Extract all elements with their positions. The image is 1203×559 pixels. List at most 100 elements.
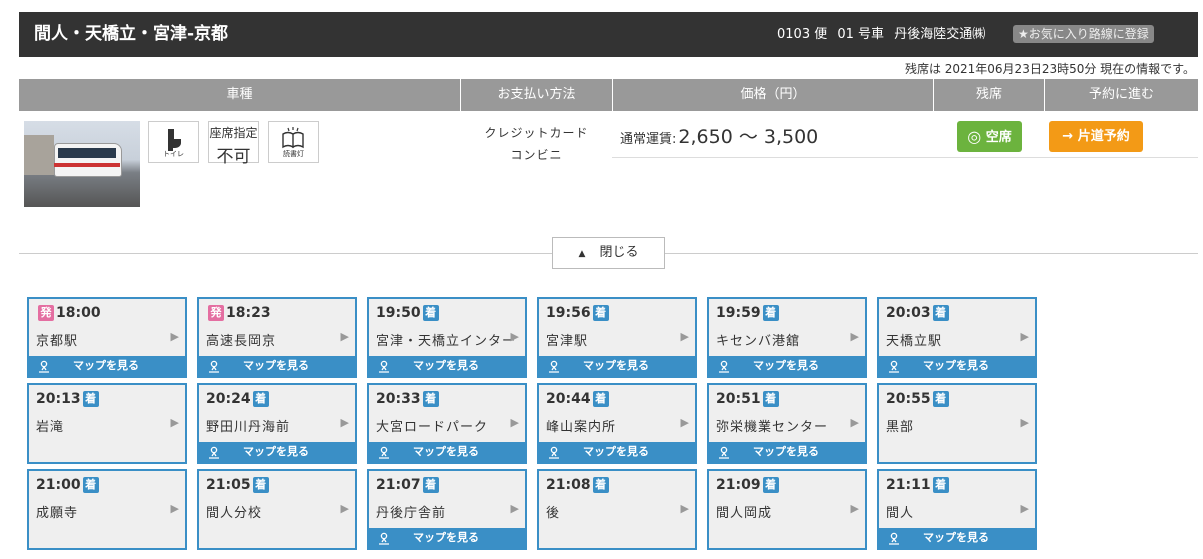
stop-card[interactable]: 19:50 着宮津・天橋立インター ▶ マップを見る <box>367 297 527 378</box>
view-map-button[interactable]: マップを見る <box>199 442 355 462</box>
view-map-button[interactable]: マップを見る <box>879 356 1035 376</box>
map-pin-icon <box>889 532 899 545</box>
stop-name: 黒部 <box>886 420 915 435</box>
map-pin-icon <box>379 360 389 373</box>
stop-card[interactable]: 発 18:23 高速長岡京 ▶ マップを見る <box>197 297 357 378</box>
view-map-button[interactable]: マップを見る <box>709 442 865 462</box>
reading-light-label: 読書灯 <box>283 150 304 158</box>
stop-time-value: 21:09 <box>716 477 761 493</box>
stop-time-value: 18:23 <box>226 305 271 321</box>
payment-convenience-store: コンビニ <box>510 148 563 162</box>
view-map-label: マップを見る <box>753 445 819 458</box>
stop-card[interactable]: 20:44 着峰山案内所 ▶ マップを見る <box>537 383 697 464</box>
play-arrow-icon: ▶ <box>510 416 519 429</box>
view-map-button[interactable]: マップを見る <box>199 356 355 376</box>
view-map-label: マップを見る <box>753 359 819 372</box>
stop-card[interactable]: 21:11 着間人 ▶ マップを見る <box>877 469 1037 550</box>
stop-time-value: 20:24 <box>206 391 251 407</box>
arrival-badge: 着 <box>592 305 609 321</box>
departure-badge: 発 <box>208 305 224 321</box>
header-payment: お支払い方法 <box>497 87 576 102</box>
stop-time-value: 19:50 <box>376 305 421 321</box>
stop-card[interactable]: 20:24 着野田川丹海前 ▶ マップを見る <box>197 383 357 464</box>
stop-name: 峰山案内所 <box>546 420 617 435</box>
toilet-facility: トイレ <box>148 121 199 163</box>
view-map-label: マップを見る <box>243 359 309 372</box>
header-reserve: 予約に進む <box>1088 87 1154 102</box>
play-arrow-icon: ▶ <box>850 502 859 515</box>
play-arrow-icon: ▶ <box>850 416 859 429</box>
close-stops-button[interactable]: ▲ 閉じる <box>552 237 665 269</box>
stop-card[interactable]: 19:59 着キセンバ港舘 ▶ マップを見る <box>707 297 867 378</box>
view-map-button[interactable]: マップを見る <box>539 442 695 462</box>
stop-name: 間人岡成 <box>716 506 773 521</box>
payment-credit-card: クレジットカード <box>484 126 589 140</box>
view-map-button[interactable]: マップを見る <box>709 356 865 376</box>
header-vehicle: 車種 <box>226 87 253 102</box>
seat-reservation-label: 座席指定 <box>209 126 258 140</box>
view-map-button[interactable]: マップを見る <box>369 442 525 462</box>
view-map-button[interactable]: マップを見る <box>539 356 695 376</box>
seat-info-timestamp: 残席は 2021年06月23日23時50分 現在の情報です。 <box>904 62 1195 76</box>
stop-time: 21:08 着 <box>546 477 611 493</box>
fare-amount: 2,650 〜 3,500 <box>678 126 819 148</box>
stop-card[interactable]: 20:51 着弥栄機業センター ▶ マップを見る <box>707 383 867 464</box>
stop-time: 20:13 着 <box>36 391 101 407</box>
play-arrow-icon: ▶ <box>680 416 689 429</box>
play-arrow-icon: ▶ <box>170 330 179 343</box>
arrival-badge: 着 <box>592 477 609 493</box>
seat-reservation-facility: 座席指定 不可 <box>208 121 259 167</box>
view-map-button[interactable]: マップを見る <box>369 356 525 376</box>
stop-card[interactable]: 20:33 着大宮ロードパーク ▶ マップを見る <box>367 383 527 464</box>
play-arrow-icon: ▶ <box>680 330 689 343</box>
one-way-reserve-button[interactable]: → 片道予約 <box>1049 121 1143 152</box>
stop-name: 弥栄機業センター <box>716 420 829 435</box>
stop-card[interactable]: 19:56 着宮津駅 ▶ マップを見る <box>537 297 697 378</box>
stop-card[interactable]: 21:09 着間人岡成 ▶ <box>707 469 867 550</box>
reserve-label: 片道予約 <box>1077 129 1130 144</box>
stop-time: 21:11 着 <box>886 477 951 493</box>
arrival-badge: 着 <box>422 391 439 407</box>
play-arrow-icon: ▶ <box>510 330 519 343</box>
table-header: 車種 お支払い方法 価格（円） 残席 予約に進む <box>19 79 1198 111</box>
view-map-label: マップを見る <box>923 359 989 372</box>
stop-name: 京都駅 <box>36 334 79 349</box>
seat-status-label: 空席 <box>985 130 1012 145</box>
route-header: 間人・天橋立・宮津-京都 0103 便 01 号車 丹後海陸交通㈱ ★お気に入り… <box>19 12 1198 57</box>
view-map-button[interactable]: マップを見る <box>369 528 525 548</box>
map-pin-icon <box>39 360 49 373</box>
stop-card[interactable]: 21:08 着後 ▶ <box>537 469 697 550</box>
fare: 通常運賃: 2,650 〜 3,500 <box>620 122 818 149</box>
seat-reservation-value: 不可 <box>216 147 251 167</box>
stop-time: 20:44 着 <box>546 391 611 407</box>
play-arrow-icon: ▶ <box>1020 416 1029 429</box>
arrival-badge: 着 <box>932 477 949 493</box>
stop-name: 大宮ロードパーク <box>376 420 489 435</box>
stop-time: 19:50 着 <box>376 305 441 321</box>
toilet-label: トイレ <box>163 150 184 158</box>
view-map-button[interactable]: マップを見る <box>29 356 185 376</box>
arrival-badge: 着 <box>592 391 609 407</box>
stop-card[interactable]: 20:13 着岩滝 ▶ <box>27 383 187 464</box>
departure-badge: 発 <box>38 305 54 321</box>
stop-time: 20:55 着 <box>886 391 951 407</box>
view-map-label: マップを見る <box>413 445 479 458</box>
stop-card[interactable]: 21:07 着丹後庁舎前 ▶ マップを見る <box>367 469 527 550</box>
stop-card[interactable]: 21:05 着間人分校 ▶ <box>197 469 357 550</box>
favorite-route-button[interactable]: ★お気に入り路線に登録 <box>1013 25 1154 43</box>
flight-number: 0103 便 <box>777 27 828 42</box>
bus-photo <box>24 121 140 207</box>
play-arrow-icon: ▶ <box>510 502 519 515</box>
header-price: 価格（円） <box>740 87 806 102</box>
triangle-up-icon: ▲ <box>578 249 586 259</box>
arrow-right-icon: → <box>1062 129 1074 144</box>
map-pin-icon <box>719 360 729 373</box>
stop-card[interactable]: 発 18:00 京都駅 ▶ マップを見る <box>27 297 187 378</box>
view-map-button[interactable]: マップを見る <box>879 528 1035 548</box>
stop-card[interactable]: 21:00 着成願寺 ▶ <box>27 469 187 550</box>
stop-card[interactable]: 20:55 着黒部 ▶ <box>877 383 1037 464</box>
play-arrow-icon: ▶ <box>340 330 349 343</box>
stop-card[interactable]: 20:03 着天橋立駅 ▶ マップを見る <box>877 297 1037 378</box>
stop-name: キセンバ港舘 <box>716 334 801 349</box>
stop-name: 高速長岡京 <box>206 334 277 349</box>
